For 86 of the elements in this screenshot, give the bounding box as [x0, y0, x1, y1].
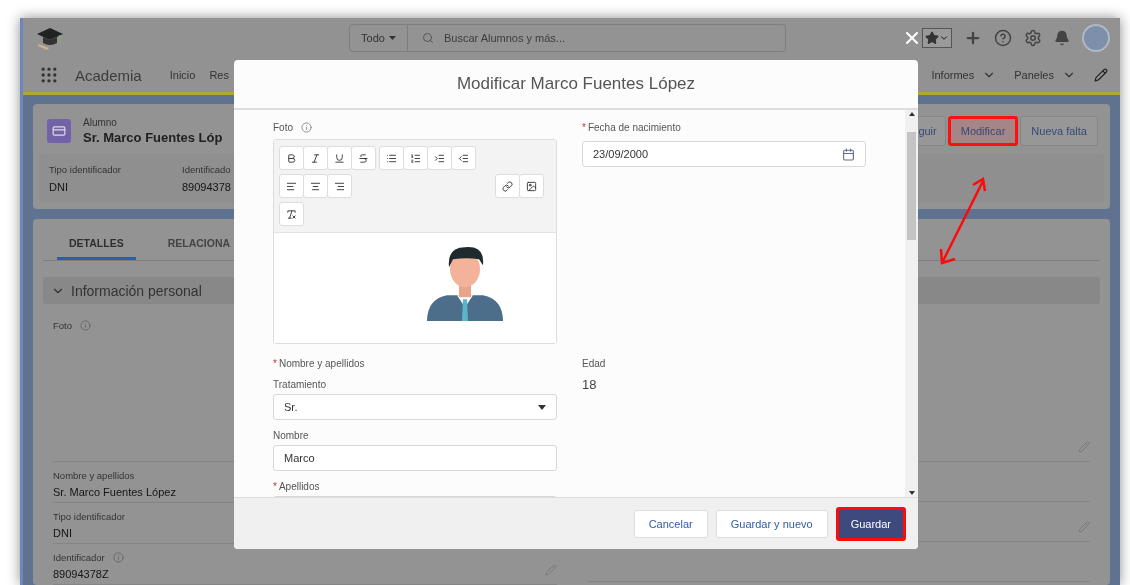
align-right-button[interactable] — [327, 174, 352, 198]
calendar-icon — [842, 147, 855, 161]
underline-icon — [334, 152, 345, 164]
clear-format-button[interactable] — [279, 202, 304, 226]
input-field[interactable]: Marco — [273, 445, 557, 471]
italic-button[interactable] — [303, 146, 328, 170]
section-title: Información personal — [71, 282, 202, 299]
underline-button[interactable] — [327, 146, 352, 170]
numbered-list-button[interactable] — [403, 146, 428, 170]
graduation-cap-logo — [35, 26, 65, 51]
align-center-icon — [310, 180, 321, 192]
field-label: Apellidos — [278, 481, 320, 492]
field-label: Identificado — [182, 164, 231, 175]
field-label: Tratamiento — [273, 379, 326, 390]
outdent-icon — [458, 152, 469, 164]
field-label: Foto — [53, 320, 72, 331]
image-button[interactable] — [519, 174, 544, 198]
tab[interactable]: DETALLES — [57, 237, 136, 260]
modal-title: Modificar Marco Fuentes López — [234, 60, 918, 110]
nav-item[interactable]: Inicio — [169, 69, 196, 82]
clear-format-icon — [286, 208, 297, 220]
nav-item[interactable]: Informes — [931, 68, 997, 83]
field-label: Identificador — [53, 552, 105, 563]
dropdown-caret-icon — [538, 404, 546, 410]
outdent-button[interactable] — [451, 146, 476, 170]
align-left-button[interactable] — [279, 174, 304, 198]
nav-item[interactable]: Res — [209, 69, 229, 82]
search-icon — [422, 32, 434, 45]
required-asterisk: * — [273, 358, 277, 369]
tab[interactable]: RELACIONA — [155, 237, 243, 260]
secondary-button[interactable]: Guardar y nuevo — [715, 509, 828, 538]
required-asterisk: * — [582, 122, 586, 133]
favorites-button[interactable] — [922, 28, 952, 49]
field-label: Fecha de nacimiento — [587, 122, 681, 133]
record-name: Sr. Marco Fuentes Lóp — [83, 130, 223, 145]
bell-icon[interactable] — [1054, 30, 1070, 47]
bullet-list-icon — [386, 152, 397, 164]
field-label: Nombre y apellidos — [278, 358, 365, 369]
edit-pencil-icon[interactable] — [1094, 68, 1108, 83]
bullet-list-button[interactable] — [379, 146, 404, 170]
strikethrough-button[interactable] — [351, 146, 376, 170]
rich-text-editor[interactable] — [273, 139, 557, 344]
save-button[interactable]: Guardar — [835, 506, 906, 541]
align-left-icon — [286, 180, 297, 192]
field-label: Tipo identificador — [53, 511, 125, 522]
search-scope-dropdown[interactable]: Todo — [349, 24, 408, 53]
bold-button[interactable] — [279, 146, 304, 170]
field-label: Edad — [582, 358, 606, 369]
field-label: Nombre y apellidos — [53, 470, 135, 481]
bold-icon — [286, 152, 297, 164]
field-value: DNI — [49, 181, 68, 193]
field-label: Tipo identificador — [49, 164, 121, 175]
field-value: Sr. Marco Fuentes López — [53, 486, 176, 498]
secondary-button[interactable]: Cancelar — [633, 509, 708, 538]
align-right-icon — [334, 180, 345, 192]
link-button[interactable] — [495, 174, 520, 198]
caret-icon — [388, 36, 396, 41]
field-value: DNI — [53, 527, 72, 539]
italic-icon — [310, 152, 321, 164]
link-icon — [502, 180, 513, 192]
help-icon[interactable] — [994, 29, 1012, 48]
field-label: Foto — [273, 122, 557, 133]
field-value: 89094378Z — [53, 568, 109, 580]
star-icon — [925, 31, 939, 46]
field-value: 89094378 — [182, 181, 231, 193]
select-field[interactable]: Sr. — [273, 394, 557, 420]
contact-card-icon — [47, 119, 71, 143]
field-label: Nombre — [273, 430, 309, 441]
nav-item[interactable]: Paneles — [1014, 68, 1076, 83]
action-button[interactable]: guir — [917, 116, 946, 146]
search-field[interactable]: Buscar Alumnos y más... — [408, 24, 786, 53]
app-name: Academia — [75, 66, 142, 84]
strikethrough-icon — [358, 152, 369, 164]
align-center-button[interactable] — [303, 174, 328, 198]
date-field[interactable]: 23/09/2000 — [582, 141, 866, 167]
scrollbar[interactable] — [905, 110, 918, 497]
record-type: Alumno — [83, 117, 118, 128]
indent-button[interactable] — [427, 146, 452, 170]
required-asterisk: * — [273, 481, 277, 492]
settings-icon[interactable] — [1024, 29, 1042, 48]
indent-icon — [434, 152, 445, 164]
action-button[interactable]: Modificar — [947, 116, 1019, 146]
field-value: 18 — [582, 377, 598, 392]
image-icon — [526, 180, 537, 192]
numbered-list-icon — [410, 152, 421, 164]
action-button[interactable]: Nueva falta — [1020, 116, 1098, 146]
